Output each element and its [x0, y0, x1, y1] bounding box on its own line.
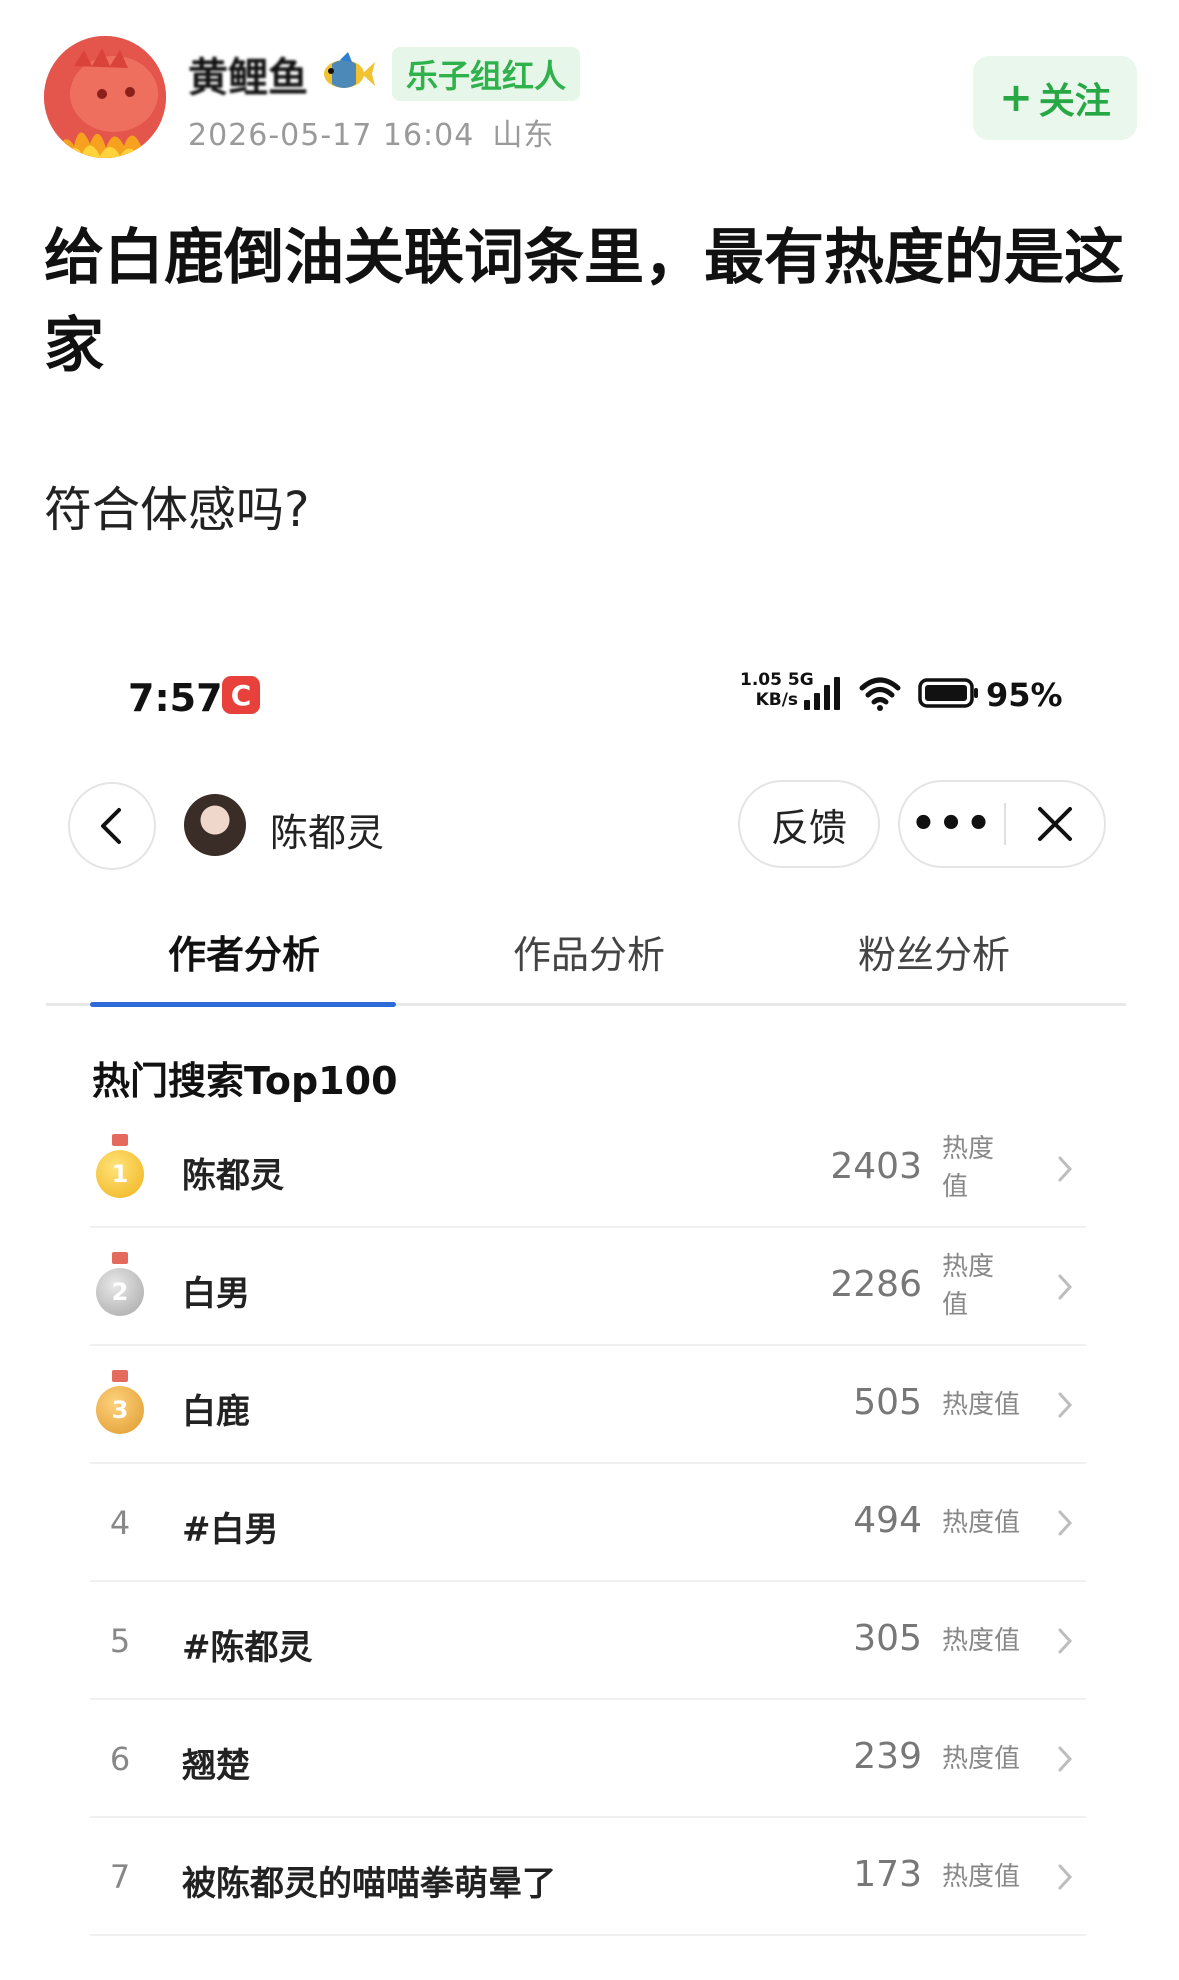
gold-medal-icon: 1: [96, 1134, 144, 1198]
rank-medal: 1: [90, 1134, 150, 1200]
keyword: 陈都灵: [182, 1156, 284, 1196]
profile-name[interactable]: 陈都灵: [270, 802, 384, 857]
signal-icon: [804, 677, 840, 710]
keyword: #陈都灵: [182, 1628, 313, 1668]
chevron-right-icon: [1058, 1392, 1073, 1418]
heat-value: 505: [853, 1382, 922, 1423]
heat-unit: 热度值: [942, 1508, 1021, 1538]
status-time: 7:57: [128, 676, 223, 720]
keyword: #白男: [182, 1510, 279, 1550]
heat-unit: 热度值: [942, 1744, 1021, 1774]
list-item[interactable]: 7 被陈都灵的喵喵拳萌晕了 173 热度值: [90, 1818, 1086, 1936]
hot-search-list: 1 陈都灵 2403 热度值 2 白男 2286 热度值 3 白鹿 505 热度…: [90, 1110, 1086, 1936]
list-item[interactable]: 6 翘楚 239 热度值: [90, 1700, 1086, 1818]
post-page: 黄鲤鱼 乐子组红人 2026-05-17 16:04 山东 + 关注 给白鹿倒油关…: [0, 0, 1179, 1980]
heat-value: 494: [853, 1500, 922, 1541]
keyword: 白鹿: [182, 1392, 250, 1432]
profile-avatar[interactable]: [184, 794, 246, 856]
rank-medal: 3: [90, 1370, 150, 1436]
tab-author-analysis[interactable]: 作者分析: [168, 924, 320, 979]
rank-number: 4: [109, 1504, 131, 1542]
post-date: 2026-05-17 16:04: [188, 118, 475, 153]
list-item[interactable]: 3 白鹿 505 热度值: [90, 1346, 1086, 1464]
follow-button[interactable]: + 关注: [973, 56, 1137, 140]
net-speed-value: 1.05: [740, 670, 782, 690]
heat-value: 239: [853, 1736, 922, 1777]
fish-icon: [318, 52, 376, 96]
more-button[interactable]: •••: [900, 804, 1004, 844]
post-title: 给白鹿倒油关联词条里，最有热度的是这家: [44, 223, 1124, 381]
rank-number: 5: [109, 1622, 131, 1660]
post-meta: 2026-05-17 16:04 山东: [188, 110, 554, 154]
heat-value: 173: [853, 1854, 922, 1895]
tab-works-analysis[interactable]: 作品分析: [513, 924, 665, 979]
keyword: 翘楚: [182, 1746, 250, 1786]
avatar-image: [44, 36, 166, 158]
active-tab-underline: [90, 1002, 396, 1007]
heat-value: 305: [853, 1618, 922, 1659]
list-item[interactable]: 2 白男 2286 热度值: [90, 1228, 1086, 1346]
heat-unit: 热度值: [942, 1390, 1021, 1420]
post-body: 符合体感吗?: [44, 482, 310, 538]
chevron-right-icon: [1058, 1628, 1073, 1654]
mini-program-capsule: •••: [898, 780, 1106, 868]
close-icon: [1038, 807, 1072, 841]
bronze-medal-icon: 3: [96, 1370, 144, 1434]
chevron-left-icon: [101, 808, 121, 844]
heat-unit: 热度值: [942, 1134, 995, 1202]
section-title: 热门搜索Top100: [92, 1059, 398, 1103]
user-avatar[interactable]: [44, 36, 166, 158]
chevron-right-icon: [1058, 1510, 1073, 1536]
chevron-right-icon: [1058, 1864, 1073, 1890]
rank-number: 6: [109, 1740, 131, 1778]
app-badge-icon: C: [222, 676, 260, 714]
follow-label: 关注: [1038, 81, 1111, 122]
feedback-button[interactable]: 反馈: [738, 780, 880, 868]
heat-unit: 热度值: [942, 1252, 995, 1320]
keyword: 被陈都灵的喵喵拳萌晕了: [182, 1864, 556, 1904]
list-item[interactable]: 4 #白男 494 热度值: [90, 1464, 1086, 1582]
user-tag-badge: 乐子组红人: [392, 47, 581, 101]
username[interactable]: 黄鲤鱼: [188, 45, 308, 103]
rank-number: 7: [109, 1858, 131, 1896]
plus-icon: +: [999, 75, 1033, 121]
chevron-right-icon: [1058, 1746, 1073, 1772]
tab-fans-analysis[interactable]: 粉丝分析: [858, 924, 1010, 979]
rank-medal: 2: [90, 1252, 150, 1318]
username-row: 黄鲤鱼 乐子组红人: [188, 44, 581, 104]
back-button[interactable]: [68, 782, 156, 870]
post-location: 山东: [492, 118, 555, 153]
keyword: 白男: [182, 1274, 250, 1314]
chevron-right-icon: [1058, 1274, 1073, 1300]
battery-icon: [918, 678, 978, 708]
heat-unit: 热度值: [942, 1626, 1021, 1656]
list-item[interactable]: 5 #陈都灵 305 热度值: [90, 1582, 1086, 1700]
wifi-icon: [859, 677, 901, 711]
chevron-right-icon: [1058, 1156, 1073, 1182]
heat-value: 2286: [830, 1264, 922, 1305]
heat-value: 2403: [830, 1146, 922, 1187]
battery-percent: 95%: [986, 676, 1063, 714]
silver-medal-icon: 2: [96, 1252, 144, 1316]
embedded-screenshot: 7:57 C 1.05 5G KB/s 95% 陈都灵 反馈 ••• 作者分析 …: [0, 620, 1179, 1980]
heat-unit: 热度值: [942, 1862, 1021, 1892]
close-button[interactable]: [1006, 805, 1104, 843]
analysis-tabs: 作者分析 作品分析 粉丝分析: [46, 910, 1126, 1007]
list-item[interactable]: 1 陈都灵 2403 热度值: [90, 1110, 1086, 1228]
